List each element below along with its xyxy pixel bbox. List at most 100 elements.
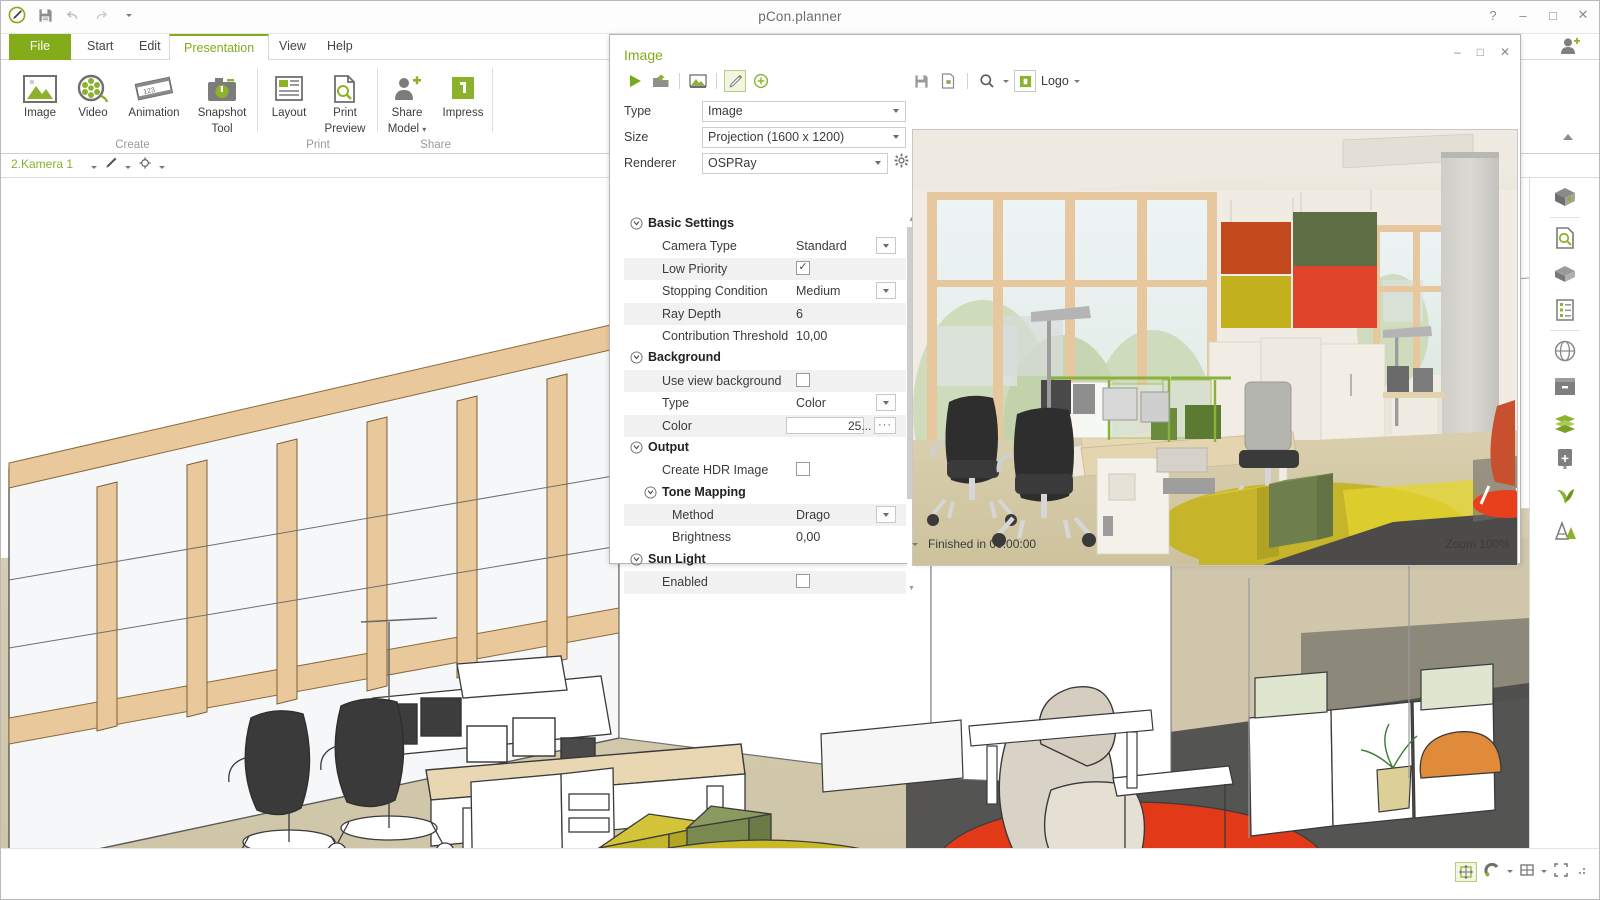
sidebar-item-lightbox[interactable] xyxy=(1543,442,1587,476)
sidebar-item-properties[interactable] xyxy=(1543,293,1587,327)
chevron-down-icon[interactable] xyxy=(887,102,904,121)
move-tool-icon[interactable] xyxy=(1455,861,1477,882)
settings-group-basic[interactable]: Basic Settings xyxy=(624,213,906,235)
settings-list[interactable]: Basic Settings Camera Type Standard Low … xyxy=(624,213,906,594)
setting-create-hdr-image[interactable]: Create HDR Image xyxy=(624,459,906,481)
chevron-down-icon[interactable]: ▾ xyxy=(422,125,426,134)
camera-type-dropdown[interactable] xyxy=(876,237,896,255)
logo-button-label[interactable]: Logo xyxy=(1041,74,1069,88)
sidebar-item-materials[interactable] xyxy=(1543,180,1587,214)
compare-images-button[interactable] xyxy=(687,70,709,92)
collapse-icon[interactable] xyxy=(630,351,643,364)
dialog-minimize-button[interactable]: – xyxy=(1454,45,1461,59)
setting-camera-type[interactable]: Camera Type Standard xyxy=(624,235,906,257)
setting-use-view-background[interactable]: Use view background xyxy=(624,369,906,393)
gear-icon[interactable] xyxy=(894,153,909,171)
close-button[interactable]: ✕ xyxy=(1575,7,1591,23)
tab-edit[interactable]: Edit xyxy=(125,34,175,60)
ribbon-button-video[interactable]: Video xyxy=(69,66,117,120)
tab-start[interactable]: Start xyxy=(73,34,127,60)
grid-icon[interactable] xyxy=(1519,862,1535,881)
status-dropdown-icon[interactable] xyxy=(912,542,918,546)
sidebar-item-online-catalog[interactable] xyxy=(1543,334,1587,368)
crosshair-dropdown-icon[interactable] xyxy=(155,158,169,172)
render-preview-image[interactable] xyxy=(912,129,1518,566)
tab-view[interactable]: View xyxy=(265,34,320,60)
pen-dropdown-icon[interactable] xyxy=(121,158,135,172)
sun-enabled-checkbox[interactable] xyxy=(796,574,810,589)
collapse-icon[interactable] xyxy=(630,217,643,230)
sidebar-item-plants[interactable] xyxy=(1543,478,1587,512)
ribbon-button-impress[interactable]: Impress xyxy=(434,66,492,120)
pencil-icon[interactable] xyxy=(724,70,746,92)
sidebar-item-article-search[interactable] xyxy=(1543,221,1587,255)
tab-file[interactable]: File xyxy=(9,34,71,60)
setting-contribution-threshold[interactable]: Contribution Threshold 10,00 xyxy=(624,325,906,347)
chevron-down-icon[interactable] xyxy=(869,154,886,173)
setting-low-priority[interactable]: Low Priority ✓ xyxy=(624,257,906,281)
grid-dropdown-icon[interactable] xyxy=(1541,870,1547,873)
renderer-input[interactable]: OSPRay xyxy=(702,152,888,174)
sidebar-item-archive[interactable] xyxy=(1543,370,1587,404)
magnet-dropdown-icon[interactable] xyxy=(1507,870,1513,873)
logo-dropdown-icon[interactable] xyxy=(1073,79,1080,83)
crosshair-icon[interactable] xyxy=(138,156,152,173)
settings-group-tone-mapping[interactable]: Tone Mapping xyxy=(624,482,906,504)
logo-icon[interactable] xyxy=(1014,70,1036,92)
save-as-icon[interactable] xyxy=(937,70,959,92)
sidebar-item-layers[interactable] xyxy=(1543,406,1587,440)
render-play-button[interactable] xyxy=(624,70,646,92)
use-view-background-checkbox[interactable] xyxy=(796,372,810,387)
setting-sun-enabled[interactable]: Enabled xyxy=(624,571,906,594)
resize-grip-icon[interactable] xyxy=(1575,864,1587,879)
chevron-down-icon[interactable] xyxy=(887,128,904,147)
background-color-more-button[interactable]: ··· xyxy=(874,416,896,434)
sidebar-item-render-styles[interactable] xyxy=(1543,514,1587,548)
tone-mapping-method-dropdown[interactable] xyxy=(876,506,896,524)
low-priority-checkbox[interactable]: ✓ xyxy=(796,260,810,275)
dialog-maximize-button[interactable]: □ xyxy=(1477,45,1484,59)
camera-label[interactable]: 2.Kamera 1 xyxy=(11,157,73,171)
collapse-icon[interactable] xyxy=(630,553,643,566)
stopping-condition-dropdown[interactable] xyxy=(876,282,896,300)
background-type-dropdown[interactable] xyxy=(876,394,896,412)
user-account-icon[interactable] xyxy=(1553,35,1587,57)
dialog-close-button[interactable]: ✕ xyxy=(1500,45,1510,59)
create-hdr-image-checkbox[interactable] xyxy=(796,462,810,477)
settings-group-sun-light[interactable]: Sun Light xyxy=(624,549,906,571)
ribbon-button-image[interactable]: Image xyxy=(11,66,69,120)
ribbon-button-print-preview[interactable]: Print Preview xyxy=(316,66,374,136)
ribbon-button-snapshot-tool[interactable]: Snapshot Tool xyxy=(189,66,255,136)
minimize-button[interactable]: – xyxy=(1515,8,1531,23)
setting-ray-depth[interactable]: Ray Depth 6 xyxy=(624,302,906,325)
type-input[interactable]: Image xyxy=(702,100,906,122)
expand-up-icon[interactable] xyxy=(1559,129,1577,147)
collapse-icon[interactable] xyxy=(630,441,643,454)
maximize-button[interactable]: □ xyxy=(1545,8,1561,23)
ribbon-button-animation[interactable]: 123 Animation xyxy=(119,66,189,120)
magnifier-icon[interactable] xyxy=(976,70,998,92)
setting-tone-mapping-method[interactable]: Method Drago xyxy=(624,504,906,527)
tab-help[interactable]: Help xyxy=(313,34,367,60)
ribbon-button-share-model[interactable]: Share Model ▾ xyxy=(378,66,436,136)
fullscreen-icon[interactable] xyxy=(1553,862,1569,881)
setting-background-type[interactable]: Type Color xyxy=(624,392,906,414)
open-folder-icon[interactable] xyxy=(650,70,672,92)
size-input[interactable]: Projection (1600 x 1200) xyxy=(702,126,906,148)
zoom-dropdown-icon[interactable] xyxy=(1003,79,1009,83)
sidebar-item-furniture[interactable] xyxy=(1543,257,1587,291)
setting-brightness[interactable]: Brightness 0,00 xyxy=(624,526,906,548)
settings-group-output[interactable]: Output xyxy=(624,437,906,459)
save-icon[interactable] xyxy=(910,70,932,92)
settings-group-background[interactable]: Background xyxy=(624,347,906,369)
help-icon[interactable]: ? xyxy=(1485,8,1501,23)
magnet-snap-icon[interactable] xyxy=(1483,861,1501,882)
setting-stopping-condition[interactable]: Stopping Condition Medium xyxy=(624,280,906,302)
plus-circle-icon[interactable] xyxy=(750,70,772,92)
pen-icon[interactable] xyxy=(104,156,118,173)
tab-presentation[interactable]: Presentation xyxy=(169,34,270,61)
collapse-icon[interactable] xyxy=(644,486,657,499)
setting-background-color[interactable]: Color 25... ··· xyxy=(624,414,906,437)
scroll-down-arrow[interactable]: ▼ xyxy=(907,582,916,594)
ribbon-button-layout[interactable]: Layout xyxy=(260,66,318,120)
